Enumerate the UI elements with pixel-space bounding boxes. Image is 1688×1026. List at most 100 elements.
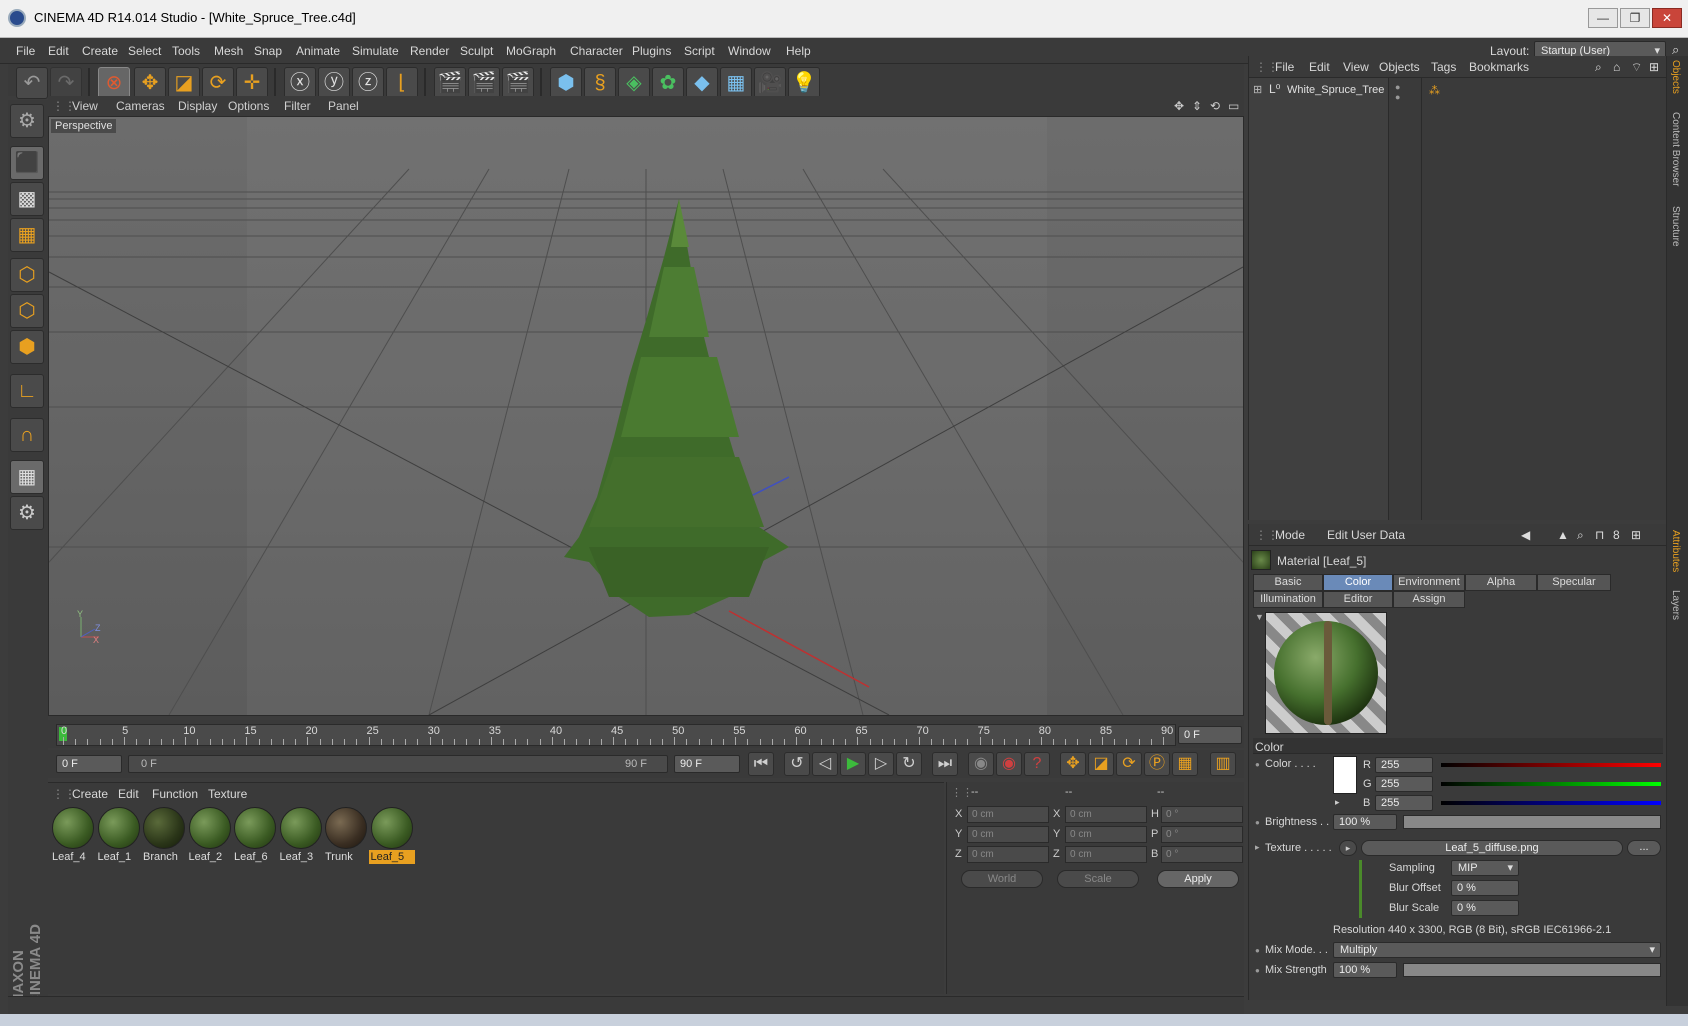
deformer-icon[interactable]: ◆: [686, 67, 718, 99]
end-frame-field[interactable]: 90 F: [674, 755, 740, 773]
menu-help[interactable]: Help: [786, 44, 811, 58]
minimize-button[interactable]: —: [1588, 8, 1618, 28]
menu-script[interactable]: Script: [684, 44, 715, 58]
key-parameter-icon[interactable]: Ⓟ: [1144, 752, 1170, 776]
start-frame-field[interactable]: 0 F: [56, 755, 122, 773]
world-dropdown[interactable]: World: [961, 870, 1043, 888]
texture-browse-button[interactable]: ...: [1627, 840, 1661, 856]
cloner-icon[interactable]: ✿: [652, 67, 684, 99]
keyframe-help-icon[interactable]: ?: [1024, 752, 1050, 776]
polygons-mode-icon[interactable]: ⬢: [10, 330, 44, 364]
previous-key-icon[interactable]: ↺: [784, 752, 810, 776]
workplane-icon[interactable]: ▦: [10, 218, 44, 252]
objects-menu-view[interactable]: View: [1343, 60, 1369, 74]
viewport-menu-cameras[interactable]: Cameras: [116, 99, 165, 113]
attributes-menu-edit[interactable]: Edit: [1327, 528, 1348, 542]
coordinate-system-icon[interactable]: ⌊: [386, 67, 418, 99]
move-icon[interactable]: ✥: [134, 67, 166, 99]
texture-file-button[interactable]: Leaf_5_diffuse.png: [1361, 840, 1623, 856]
material-item[interactable]: Leaf_5: [368, 805, 415, 864]
menu-window[interactable]: Window: [728, 44, 771, 58]
objects-menu-file[interactable]: File: [1275, 60, 1294, 74]
pan-view-icon[interactable]: ✥: [1174, 99, 1184, 113]
animate-dot-icon[interactable]: ●: [1255, 966, 1260, 975]
objects-menu-objects[interactable]: Objects: [1379, 60, 1420, 74]
workplane-lock-icon[interactable]: ▦: [10, 460, 44, 494]
tab-alpha[interactable]: Alpha: [1465, 574, 1537, 591]
menu-render[interactable]: Render: [410, 44, 449, 58]
attributes-menu-user-data[interactable]: User Data: [1351, 528, 1405, 542]
scale-icon[interactable]: ◪: [168, 67, 200, 99]
perspective-viewport[interactable]: Y Z X Perspective: [48, 116, 1244, 716]
g-slider[interactable]: [1441, 782, 1661, 786]
menu-sculpt[interactable]: Sculpt: [460, 44, 493, 58]
go-to-end-icon[interactable]: ⏭: [932, 752, 958, 776]
lock-icon[interactable]: ⊓: [1595, 528, 1604, 542]
search-icon[interactable]: ⌕: [1595, 60, 1602, 75]
redo-icon[interactable]: ↷: [50, 67, 82, 99]
menu-character[interactable]: Character: [570, 44, 623, 58]
filter-icon[interactable]: ⌔: [1631, 60, 1642, 75]
objects-menu-bookmarks[interactable]: Bookmarks: [1469, 60, 1529, 74]
material-preview[interactable]: [1265, 612, 1387, 734]
previous-frame-icon[interactable]: ◁: [812, 752, 838, 776]
side-tab-objects[interactable]: Objects: [1670, 60, 1681, 94]
side-tab-structure[interactable]: Structure: [1670, 206, 1681, 247]
material-tag-icon[interactable]: ⁂: [1429, 84, 1440, 97]
undo-icon[interactable]: ↶: [16, 67, 48, 99]
texture-menu-arrow-icon[interactable]: ▸: [1339, 840, 1357, 856]
sampling-dropdown[interactable]: MIP: [1451, 860, 1519, 876]
blur-offset-field[interactable]: 0 %: [1451, 880, 1519, 896]
render-settings-icon[interactable]: 🎬: [502, 67, 534, 99]
material-item[interactable]: Leaf_3: [278, 805, 324, 863]
coord-position-x[interactable]: 0 cm: [967, 806, 1049, 823]
coord-size-z[interactable]: 0 cm: [1065, 846, 1147, 863]
material-menu-edit[interactable]: Edit: [118, 787, 139, 801]
material-item[interactable]: Branch: [141, 805, 187, 863]
material-menu-create[interactable]: Create: [72, 787, 108, 801]
new-view-icon[interactable]: ⊞: [1631, 528, 1641, 542]
timeline-window-icon[interactable]: ▥: [1210, 752, 1236, 776]
new-view-icon[interactable]: ⊞: [1649, 60, 1659, 74]
up-arrow-icon[interactable]: ▲: [1557, 528, 1569, 542]
rotate-icon[interactable]: ⟳: [202, 67, 234, 99]
coord-position-y[interactable]: 0 cm: [967, 826, 1049, 843]
tab-editor[interactable]: Editor: [1323, 591, 1393, 608]
b-field[interactable]: 255: [1375, 795, 1433, 811]
tab-illumination[interactable]: Illumination: [1253, 591, 1323, 608]
brightness-slider[interactable]: [1403, 815, 1661, 829]
tab-specular[interactable]: Specular: [1537, 574, 1611, 591]
visibility-dots-icon[interactable]: ● ●: [1395, 82, 1400, 102]
object-name[interactable]: White_Spruce_Tree: [1287, 84, 1384, 96]
mix-mode-dropdown[interactable]: Multiply: [1333, 942, 1661, 958]
key-position-icon[interactable]: ✥: [1060, 752, 1086, 776]
back-arrow-icon[interactable]: ◀: [1521, 528, 1530, 542]
coord-size-y[interactable]: 0 cm: [1065, 826, 1147, 843]
current-frame-field[interactable]: 0 F: [1178, 726, 1242, 744]
go-to-start-icon[interactable]: ⏮: [748, 752, 774, 776]
nurbs-icon[interactable]: ◈: [618, 67, 650, 99]
search-icon[interactable]: ⌕: [1577, 528, 1584, 543]
z-axis-lock-icon[interactable]: ⓩ: [352, 67, 384, 99]
blur-scale-field[interactable]: 0 %: [1451, 900, 1519, 916]
viewport-menu-view[interactable]: View: [72, 99, 98, 113]
viewport-menu-options[interactable]: Options: [228, 99, 269, 113]
points-mode-icon[interactable]: ⬡: [10, 258, 44, 292]
home-icon[interactable]: ⌂: [1613, 60, 1620, 74]
record-keys-icon[interactable]: ◉: [968, 752, 994, 776]
light-icon[interactable]: 💡: [788, 67, 820, 99]
material-menu-function[interactable]: Function: [152, 787, 198, 801]
cube-primitive-icon[interactable]: ⬢: [550, 67, 582, 99]
menu-create[interactable]: Create: [82, 44, 118, 58]
floor-scene-icon[interactable]: ▦: [720, 67, 752, 99]
locked-workplane-icon[interactable]: ⚙: [10, 496, 44, 530]
material-item[interactable]: Trunk: [323, 805, 369, 863]
coord-rotation-h[interactable]: 0 °: [1161, 806, 1243, 823]
tab-environment[interactable]: Environment: [1393, 574, 1465, 591]
objects-menu-edit[interactable]: Edit: [1309, 60, 1330, 74]
side-tab-content-browser[interactable]: Content Browser: [1670, 112, 1681, 186]
mix-strength-field[interactable]: 100 %: [1333, 962, 1397, 978]
brightness-field[interactable]: 100 %: [1333, 814, 1397, 830]
tab-assign[interactable]: Assign: [1393, 591, 1465, 608]
material-item[interactable]: Leaf_4: [50, 805, 96, 863]
